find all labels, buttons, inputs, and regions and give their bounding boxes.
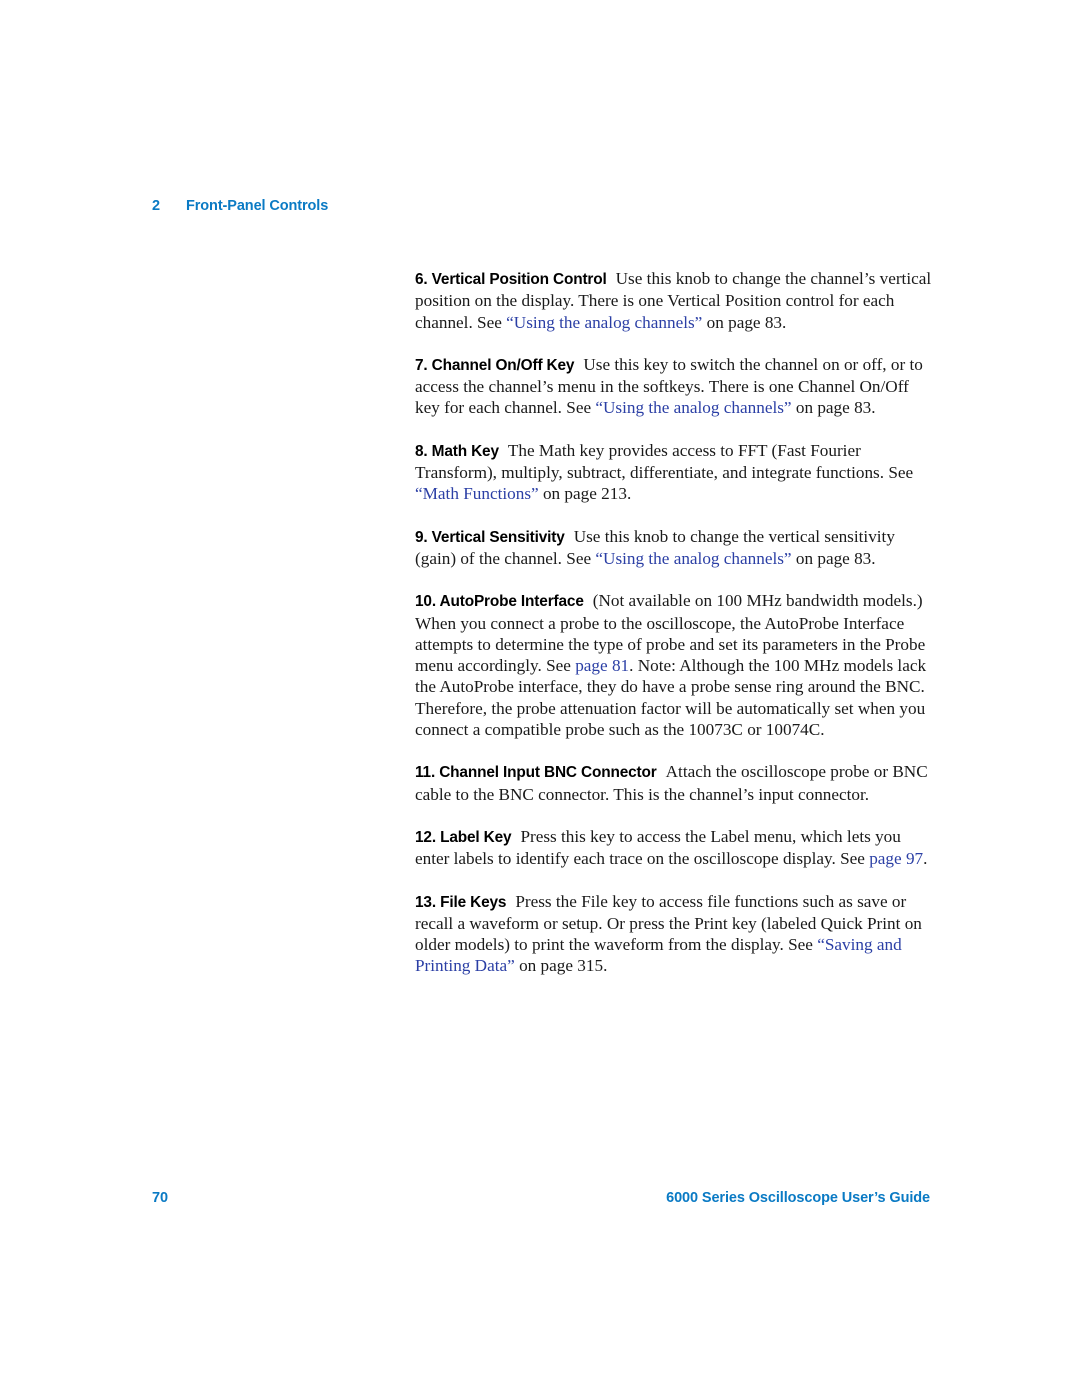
paragraph-lead-in: 12. Label Key [415, 828, 512, 846]
lead-in-spacer [584, 590, 593, 611]
numbered-item-paragraph: 9. Vertical Sensitivity Use this knob to… [415, 526, 935, 570]
paragraph-text: on page 83. [791, 398, 876, 418]
chapter-title: Front-Panel Controls [186, 198, 329, 214]
cross-reference-link[interactable]: page 81 [575, 656, 629, 675]
paragraph-lead-in: 11. Channel Input BNC Connector [415, 764, 657, 782]
body-text-column: 6. Vertical Position Control Use this kn… [415, 268, 935, 977]
lead-in-spacer [574, 354, 583, 375]
lead-in-spacer [565, 526, 574, 547]
numbered-item-paragraph: 8. Math Key The Math key provides access… [415, 440, 935, 505]
document-page: 2 Front-Panel Controls 6. Vertical Posit… [0, 0, 1080, 1397]
paragraph-lead-in: 10. AutoProbe Interface [415, 593, 584, 611]
cross-reference-link[interactable]: “Using the analog channels” [595, 398, 791, 417]
paragraph-text: on page 213. [538, 484, 632, 504]
numbered-item-paragraph: 6. Vertical Position Control Use this kn… [415, 268, 935, 333]
numbered-item-paragraph: 13. File Keys Press the File key to acce… [415, 891, 935, 977]
footer-document-title: 6000 Series Oscilloscope User’s Guide [666, 1190, 930, 1206]
paragraph-lead-in: 9. Vertical Sensitivity [415, 528, 565, 546]
cross-reference-link[interactable]: “Math Functions” [415, 484, 539, 503]
cross-reference-link[interactable]: “Using the analog channels” [595, 549, 791, 568]
numbered-item-paragraph: 12. Label Key Press this key to access t… [415, 826, 935, 870]
chapter-number: 2 [152, 198, 160, 214]
footer-page-number: 70 [152, 1190, 168, 1206]
paragraph-text: . [923, 849, 928, 869]
running-header: 2 Front-Panel Controls [152, 198, 328, 214]
paragraph-lead-in: 8. Math Key [415, 442, 499, 460]
paragraph-lead-in: 7. Channel On/Off Key [415, 356, 575, 374]
paragraph-text: on page 83. [791, 548, 876, 568]
paragraph-text: on page 315. [514, 956, 608, 976]
numbered-item-paragraph: 7. Channel On/Off Key Use this key to sw… [415, 354, 935, 419]
cross-reference-link[interactable]: “Using the analog channels” [506, 313, 702, 332]
lead-in-spacer [506, 891, 515, 912]
cross-reference-link[interactable]: page 97 [869, 849, 923, 868]
paragraph-text: on page 83. [702, 312, 787, 332]
lead-in-spacer [499, 440, 508, 461]
page-footer: 70 6000 Series Oscilloscope User’s Guide [152, 1190, 930, 1206]
numbered-item-paragraph: 11. Channel Input BNC Connector Attach t… [415, 761, 935, 805]
paragraph-lead-in: 6. Vertical Position Control [415, 271, 607, 288]
paragraph-lead-in: 13. File Keys [415, 893, 507, 911]
lead-in-spacer [657, 761, 666, 782]
lead-in-spacer [607, 268, 616, 289]
numbered-item-paragraph: 10. AutoProbe Interface (Not available o… [415, 590, 935, 740]
